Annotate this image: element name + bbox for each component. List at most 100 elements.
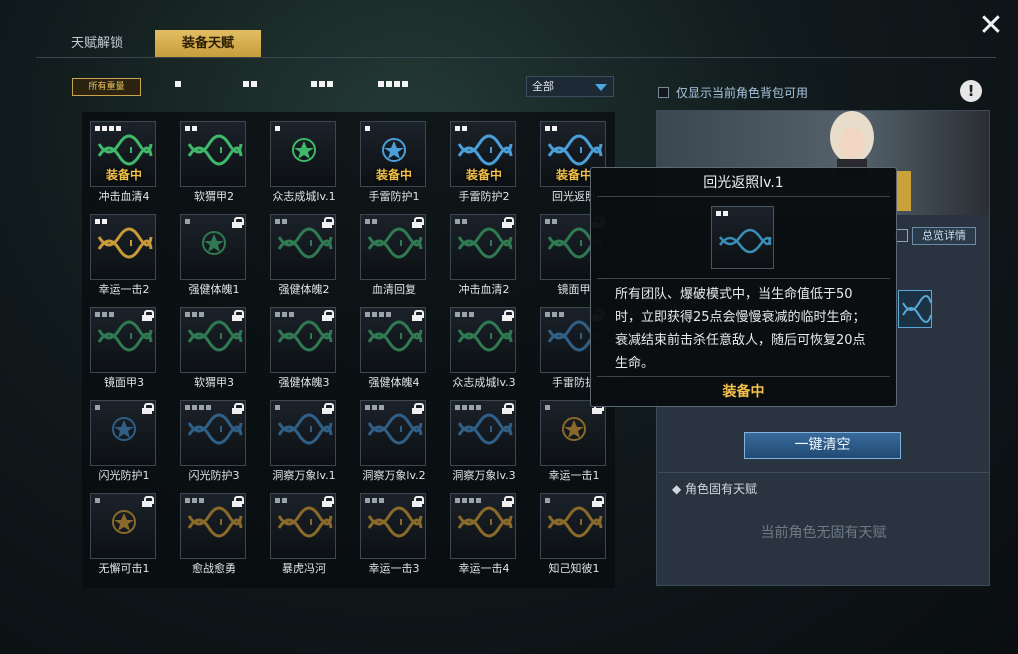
talent-card[interactable]: 强健体魄1 [180,214,247,296]
star-badge-icon [91,502,157,542]
talent-card-label: 冲击血清2 [458,283,510,296]
equipped-tag: 装备中 [105,168,142,182]
filter-level-3-button[interactable] [311,81,333,87]
talent-card[interactable]: 强健体魄2 [270,214,337,296]
dna-icon [181,316,247,356]
tooltip-divider [597,376,890,377]
talent-card-label: 幸运一击4 [458,562,510,575]
equipped-tag: 装备中 [375,168,412,182]
talent-card[interactable]: 强健体魄3 [270,307,337,389]
talent-card[interactable]: 软猬甲2 [180,121,247,203]
talent-card[interactable]: 洞察万象lv.1 [270,400,336,482]
talent-card[interactable]: 洞察万象lv.3 [450,400,517,482]
talent-card[interactable]: 愈战愈勇 [180,493,246,575]
info-icon[interactable]: ! [960,80,982,102]
talent-grid: 装备中 冲击血清4 软猬甲2 众志成城lv.1 装备中 手雷防护1 装备中 手雷防护2 装备中回… [82,112,615,588]
talent-tooltip: 回光返照lv.1 所有团队、爆破模式中，当生命值低于50时，立即获得25点会慢慢… [590,167,897,407]
dna-icon [91,316,157,356]
filter-all-weights-button[interactable]: 所有重量 [72,78,141,96]
filter-level-1-button[interactable] [175,81,181,87]
star-badge-icon [91,409,157,449]
dna-icon [541,502,607,542]
dna-icon [451,409,517,449]
dna-icon [451,223,517,263]
talent-card[interactable]: 装备中冲击血清4 [90,121,156,203]
talent-card[interactable]: 冲击血清2 [450,214,517,296]
talent-card-label: 软猬甲3 [194,376,234,389]
dna-icon [718,228,772,254]
category-dropdown[interactable]: 全部 [526,76,614,97]
talent-card[interactable]: 闪光防护1 [90,400,157,482]
talent-card[interactable]: 众志成城lv.3 [450,307,516,389]
talent-card-label: 无懈可击1 [98,562,150,575]
dna-icon [271,316,337,356]
equipped-tag: 装备中 [465,168,502,182]
talent-card-label: 暴虎冯河 [282,562,326,575]
dna-icon [181,130,247,170]
innate-talent-empty: 当前角色无固有天赋 [760,525,887,541]
tab-talent-unlock[interactable]: 天赋解锁 [58,30,136,57]
dna-icon [361,409,427,449]
tab-divider [36,57,996,58]
dna-icon [271,223,337,263]
dna-icon [451,130,517,170]
talent-card[interactable]: 众志成城lv.1 [270,121,336,203]
talent-card[interactable]: 无懈可击1 [90,493,157,575]
talent-card-label: 软猬甲2 [194,190,234,203]
talent-card-label: 愈战愈勇 [192,562,236,575]
dna-icon [902,295,932,323]
star-badge-icon [181,223,247,263]
talent-card-label: 闪光防护1 [98,469,150,482]
talent-card[interactable]: 镜面甲3 [90,307,157,389]
innate-talent-heading: ◆ 角色固有天赋 [672,482,758,496]
tab-equip-talent[interactable]: 装备天赋 [155,30,261,57]
talent-card[interactable]: 闪光防护3 [180,400,247,482]
tooltip-title: 回光返照lv.1 [703,175,784,191]
talent-card-label: 众志成城lv.3 [452,376,516,389]
dna-icon [181,409,247,449]
talent-card-label: 幸运一击1 [548,469,600,482]
filter-level-4-button[interactable] [378,81,408,87]
talent-card[interactable]: 装备中手雷防护2 [450,121,517,203]
tooltip-talent-icon [711,206,774,269]
close-button[interactable]: ✕ [976,11,1006,42]
talent-card[interactable]: 幸运一击2 [90,214,156,296]
dna-icon [361,316,427,356]
talent-card-label: 知己知彼1 [548,562,600,575]
dna-icon [361,223,427,263]
talent-card[interactable]: 幸运一击4 [450,493,517,575]
talent-card[interactable]: 软猬甲3 [180,307,247,389]
talent-card-label: 强健体魄4 [368,376,420,389]
talent-card[interactable]: 装备中手雷防护1 [360,121,426,203]
talent-card[interactable]: 知己知彼1 [540,493,607,575]
dna-icon [361,502,427,542]
talent-card-label: 强健体魄3 [278,376,330,389]
talent-card-label: 强健体魄1 [188,283,240,296]
talent-card[interactable]: 幸运一击1 [540,400,606,482]
dropdown-value: 全部 [532,80,554,93]
talent-card[interactable]: 洞察万象lv.2 [360,400,427,482]
clear-all-button[interactable]: 一键清空 [744,432,901,459]
filter-level-2-button[interactable] [243,81,257,87]
equipped-slot-preview[interactable] [898,290,932,328]
talent-card[interactable]: 血清回复 [360,214,427,296]
talent-card-label: 镜面甲3 [104,376,144,389]
talent-card[interactable]: 强健体魄4 [360,307,427,389]
innate-divider [658,472,989,473]
backpack-only-checkbox[interactable] [658,87,669,98]
tooltip-divider [597,278,890,279]
tooltip-divider [597,196,890,197]
dna-icon [541,130,607,170]
talent-card[interactable]: 幸运一击3 [360,493,427,575]
talent-card-label: 洞察万象lv.2 [362,469,426,482]
talent-card-label: 冲击血清4 [98,190,150,203]
talent-card-label: 手雷防护1 [368,190,420,203]
talent-card-label: 幸运一击2 [98,283,150,296]
chevron-down-icon [595,84,607,91]
dna-icon [271,502,337,542]
dna-icon [451,502,517,542]
talent-card[interactable]: 暴虎冯河 [270,493,337,575]
talent-card-label: 众志成城lv.1 [272,190,336,203]
talent-card-label: 手雷防护2 [458,190,510,203]
overview-details-button[interactable]: 总览详情 [912,227,976,245]
